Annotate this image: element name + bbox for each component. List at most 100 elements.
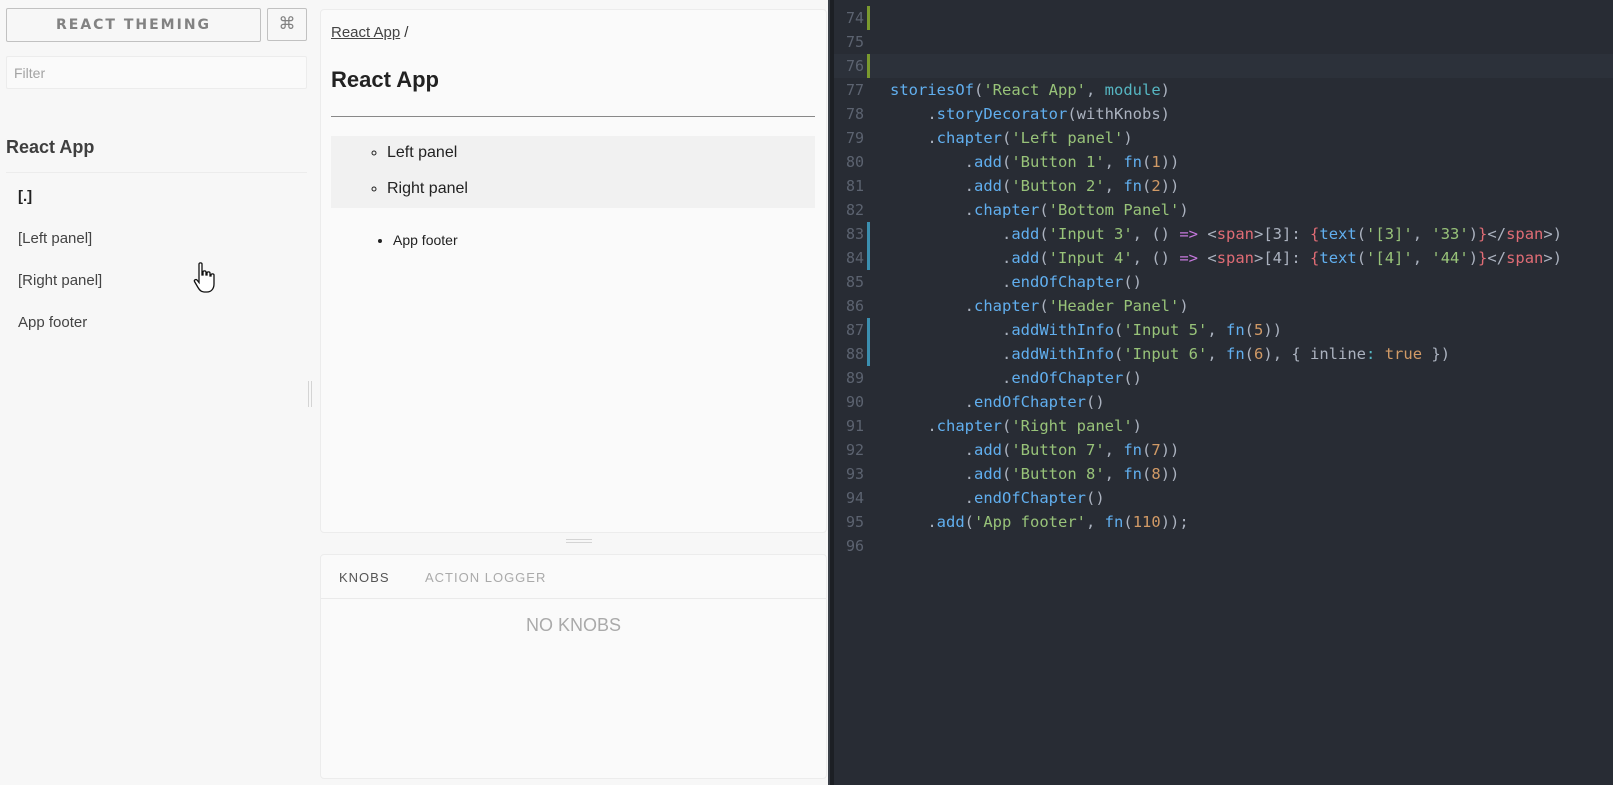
code-text: .chapter('Bottom Panel') — [890, 198, 1189, 222]
code-token: } — [1478, 225, 1488, 243]
code-token: 'React App' — [983, 81, 1086, 99]
line-number: 75 — [845, 33, 864, 51]
code-token: ( — [964, 513, 975, 531]
code-line[interactable]: 80 .add('Button 1', fn(1)) — [834, 150, 1613, 174]
code-token: ( — [1002, 441, 1012, 459]
code-line[interactable]: 88 .addWithInfo('Input 6', fn(6), { inli… — [834, 342, 1613, 366]
story-item[interactable]: [Right panel] — [18, 270, 102, 312]
code-token: , — [1412, 225, 1432, 243]
code-line[interactable]: 94 .endOfChapter() — [834, 486, 1613, 510]
story-item[interactable]: App footer — [18, 312, 102, 354]
filter-input[interactable] — [6, 56, 307, 89]
code-token: ), { inline — [1263, 345, 1367, 363]
line-number: 87 — [845, 321, 864, 339]
code-token: endOfChapter — [974, 393, 1086, 411]
code-token: add — [1011, 225, 1040, 243]
code-token: . — [890, 153, 974, 171]
brand-button[interactable]: REACT THEMING — [6, 8, 261, 42]
code-token: , — [1086, 81, 1105, 99]
code-line[interactable]: 95 .add('App footer', fn(110)); — [834, 510, 1613, 534]
code-line[interactable]: 89 .endOfChapter() — [834, 366, 1613, 390]
code-editor[interactable]: 74 75 76 77 storiesOf('React App', module) 78… — [834, 0, 1613, 785]
code-token: fn — [1104, 513, 1124, 531]
code-token: () — [1123, 369, 1142, 387]
code-token: span — [1216, 249, 1255, 267]
code-line[interactable]: 96 — [834, 534, 1613, 558]
code-token: ( — [1002, 465, 1012, 483]
code-token: chapter — [936, 417, 1002, 435]
code-token: => — [1179, 249, 1199, 267]
code-token: 110 — [1132, 513, 1161, 531]
sidebar-resize-handle[interactable] — [308, 381, 312, 407]
keyboard-shortcuts-button[interactable]: ⌘ — [267, 8, 307, 41]
code-line[interactable]: 92 .add('Button 7', fn(7)) — [834, 438, 1613, 462]
code-line[interactable]: 83 .add('Input 3', () => <span>[3]: {tex… — [834, 222, 1613, 246]
addon-panel-resize-handle[interactable] — [566, 539, 592, 543]
code-token: </ — [1487, 249, 1507, 267]
code-line[interactable]: 77 storiesOf('React App', module) — [834, 78, 1613, 102]
tab-knobs[interactable]: KNOBS — [339, 570, 390, 585]
code-token: , — [1207, 321, 1226, 339]
code-token: 'Input 5' — [1123, 321, 1208, 339]
code-line[interactable]: 75 — [834, 30, 1613, 54]
code-token: fn — [1123, 177, 1143, 195]
code-line[interactable]: 76 — [834, 54, 1613, 78]
code-line[interactable]: 79 .chapter('Left panel') — [834, 126, 1613, 150]
code-token: , — [1104, 465, 1124, 483]
story-item[interactable]: [Left panel] — [18, 228, 102, 270]
code-text: .endOfChapter() — [890, 390, 1105, 414]
code-text: .addWithInfo('Input 6', fn(6), { inline:… — [890, 342, 1450, 366]
line-number: 90 — [845, 393, 864, 411]
code-token: . — [890, 105, 937, 123]
code-token: ( — [1244, 345, 1255, 363]
addon-panel: KNOBS ACTION LOGGER NO KNOBS — [320, 554, 827, 779]
code-line[interactable]: 84 .add('Input 4', () => <span>[4]: {tex… — [834, 246, 1613, 270]
code-token: ( — [1113, 345, 1124, 363]
code-text: .endOfChapter() — [890, 366, 1142, 390]
code-token: >[4]: — [1254, 249, 1311, 267]
code-token: </ — [1487, 225, 1507, 243]
code-token: add — [974, 441, 1002, 459]
story-kind-title[interactable]: React App — [6, 137, 307, 173]
code-line[interactable]: 93 .add('Button 8', fn(8)) — [834, 462, 1613, 486]
code-text: .storyDecorator(withKnobs) — [890, 102, 1170, 126]
code-line[interactable]: 86 .chapter('Header Panel') — [834, 294, 1613, 318]
code-token: ( — [1356, 249, 1367, 267]
code-line[interactable]: 82 .chapter('Bottom Panel') — [834, 198, 1613, 222]
code-token: , — [1412, 249, 1432, 267]
code-line[interactable]: 81 .add('Button 2', fn(2)) — [834, 174, 1613, 198]
code-token: 'Input 3' — [1048, 225, 1133, 243]
code-token: addWithInfo — [1011, 321, 1114, 339]
code-token: 'Button 1' — [1011, 153, 1105, 171]
code-token: chapter — [936, 129, 1002, 147]
code-token: 'Bottom Panel' — [1048, 201, 1180, 219]
code-token: . — [890, 417, 937, 435]
code-token: span — [1506, 225, 1544, 243]
code-token: ( — [1002, 153, 1012, 171]
code-text: .add('Button 8', fn(8)) — [890, 462, 1180, 486]
code-line[interactable]: 91 .chapter('Right panel') — [834, 414, 1613, 438]
code-line[interactable]: 85 .endOfChapter() — [834, 270, 1613, 294]
breadcrumb-separator: / — [404, 24, 409, 41]
story-item[interactable]: [.] — [18, 186, 102, 228]
code-token: ( — [1142, 441, 1152, 459]
code-line[interactable]: 74 — [834, 6, 1613, 30]
code-token: )) — [1160, 177, 1180, 195]
code-line[interactable]: 78 .storyDecorator(withKnobs) — [834, 102, 1613, 126]
page-title: React App — [331, 67, 439, 92]
code-token: . — [890, 201, 974, 219]
code-token: . — [890, 321, 1012, 339]
code-token: ( — [1244, 321, 1255, 339]
line-number: 85 — [845, 273, 864, 291]
code-line[interactable]: 90 .endOfChapter() — [834, 390, 1613, 414]
breadcrumb-link[interactable]: React App — [331, 24, 400, 41]
code-line[interactable]: 87 .addWithInfo('Input 5', fn(5)) — [834, 318, 1613, 342]
line-number: 78 — [845, 105, 864, 123]
code-token: ) — [1468, 249, 1479, 267]
code-token: , — [1104, 441, 1124, 459]
tab-action-logger[interactable]: ACTION LOGGER — [425, 570, 546, 585]
line-number: 79 — [845, 129, 864, 147]
code-token: add — [974, 465, 1002, 483]
panel-list-box: Left panel Right panel — [331, 136, 815, 208]
code-token: '44' — [1431, 249, 1469, 267]
